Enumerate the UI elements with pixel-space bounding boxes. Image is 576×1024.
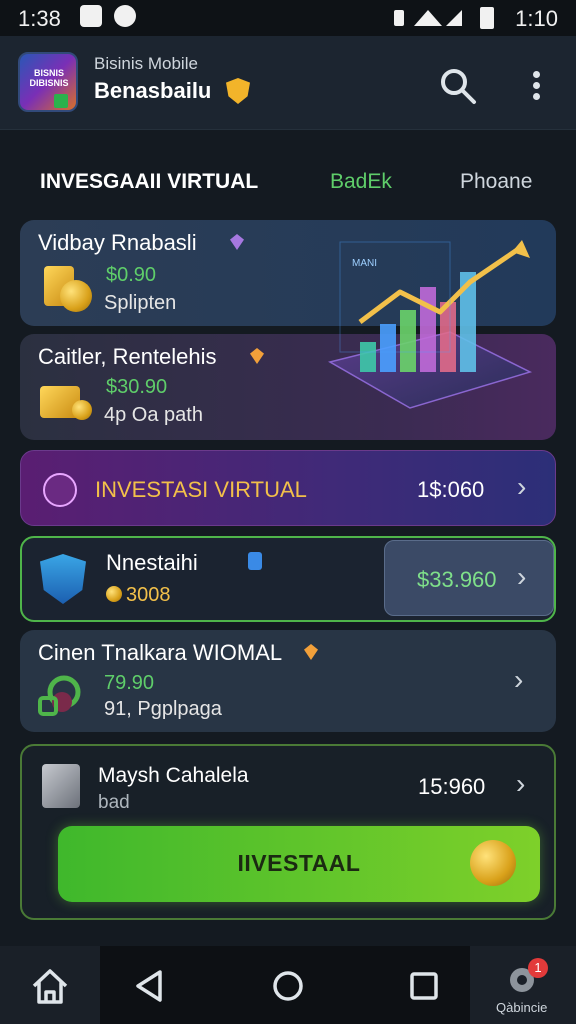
home-icon[interactable] [30,966,70,1006]
more-menu-icon[interactable] [528,68,544,104]
banner-value: 1$:060 [417,477,485,502]
tab-phoane[interactable]: Phoane [460,170,532,194]
card-title: Vidbay Rnabasli [38,230,197,255]
home-circle-icon[interactable] [268,966,308,1006]
chevron-right-icon: › [514,664,524,695]
invest-button[interactable]: IIVESTAAL [58,826,540,902]
navigation-bar: 1 Qàbincie [0,946,576,1024]
illustration-bar [380,324,396,372]
card-subtitle: 4p Oa path [104,404,203,426]
gem-icon [304,644,318,660]
chat-icon [114,5,136,27]
card-title: Cinen Tnalkara WIOMAL [38,640,283,665]
status-bar: 1:38 1:10 [0,0,576,36]
illustration-bar [360,342,376,372]
investasi-virtual-banner[interactable]: INVESTASI VIRTUAL 1$:060 › [20,450,556,526]
banner-label: INVESTASI VIRTUAL [95,477,307,502]
growth-chart-illustration: MANI [328,240,533,409]
battery-icon [480,7,494,29]
app-subtitle: Bisinis Mobile [94,54,198,73]
card-title: Maysh Cahalela [98,764,249,787]
tab-investasi-virtual[interactable]: INVESGAAII VIRTUAL [40,170,258,194]
card-value: 15:960 [418,774,486,799]
investment-card-5[interactable]: Cinen Tnalkara WIOMAL 79.90 91, Pgplpaga… [20,630,556,732]
card-value: $0.90 [106,264,157,286]
coin-icon [60,280,92,312]
signal-icon [394,10,462,26]
illustration-bar [400,310,416,372]
growth-link-icon [38,675,81,716]
gem-icon [230,234,244,250]
currency-icon [43,473,77,507]
notification-icon [80,5,102,27]
search-icon[interactable] [438,66,478,106]
app-logo[interactable]: BISNIS DIBISNIS [18,52,78,112]
card-subtitle: bad [98,792,130,813]
investment-card-6[interactable]: Maysh Cahalela bad 15:960 › IIVESTAAL [20,744,556,920]
card-subtitle: Splipten [104,292,177,314]
button-value: $33.960 [417,567,497,592]
back-icon[interactable] [130,966,170,1006]
card-title: Caitler, Rentelehis [38,344,217,369]
coin-icon [470,840,516,886]
shield-document-icon [40,554,86,604]
verified-shield-icon [226,78,250,104]
coin-icon [72,400,92,420]
chevron-right-icon: › [517,471,527,502]
card-value: 79.90 [104,672,155,694]
illustration-bar [420,287,436,372]
investment-card-4[interactable]: Nnestaihi 3008 $33.960 › [20,536,556,622]
app-header: BISNIS DIBISNIS Bisinis Mobile Benasbail… [0,36,576,130]
coin-icon [106,586,122,602]
card-subtitle: 91, Pgplpaga [104,698,222,720]
logo-badge [54,94,68,108]
card-value: $30.90 [106,376,168,398]
badge-icon [248,552,262,570]
chart-label: MANI [352,258,377,269]
chevron-right-icon: › [516,768,526,799]
status-time: 1:38 [18,6,61,31]
card-title: Nnestaihi [106,550,198,575]
recents-icon[interactable] [404,966,444,1006]
status-right-time: 1:10 [515,6,558,31]
card-value-button[interactable]: $33.960 › [384,540,554,616]
nav-label: Qàbincie [496,1000,548,1015]
app-title: Benasbailu [94,78,212,103]
gem-icon [250,348,264,364]
logo-text: BISNIS DIBISNIS [29,68,69,88]
tab-badek[interactable]: BadEk [330,170,392,194]
chevron-right-icon: › [517,561,527,592]
notification-badge: 1 [528,958,548,978]
invest-button-label: IIVESTAAL [237,850,361,876]
card-value: 3008 [126,584,171,606]
box-icon [42,764,80,808]
